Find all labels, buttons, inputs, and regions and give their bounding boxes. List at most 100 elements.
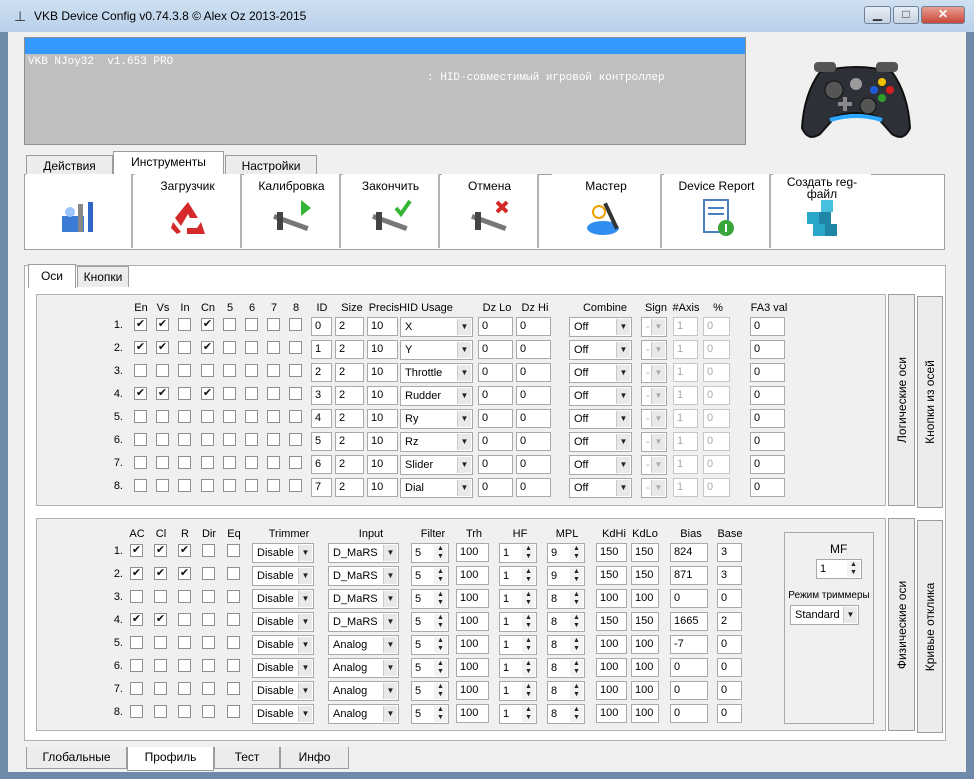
text-field[interactable]: 100 — [596, 704, 627, 723]
checkbox[interactable]: ✔ — [201, 341, 214, 354]
spin-down-icon[interactable]: ▼ — [434, 668, 447, 676]
checkbox[interactable] — [134, 364, 147, 377]
text-field[interactable]: -7 — [670, 635, 708, 654]
checkbox[interactable] — [178, 659, 191, 672]
input-select[interactable]: Analog ▼ — [328, 704, 399, 724]
checkbox[interactable]: ✔ — [154, 544, 167, 557]
spin-down-icon[interactable]: ▼ — [522, 553, 535, 561]
checkbox[interactable] — [201, 433, 214, 446]
text-field[interactable]: 100 — [596, 635, 627, 654]
text-field[interactable]: 5 — [311, 432, 332, 451]
checkbox[interactable] — [154, 590, 167, 603]
text-field[interactable]: 100 — [456, 658, 489, 677]
text-field[interactable]: 0 — [516, 432, 551, 451]
text-field[interactable]: 1 — [673, 363, 698, 382]
spin-up-icon[interactable]: ▲ — [434, 545, 447, 553]
spin-down-icon[interactable]: ▼ — [434, 622, 447, 630]
sign-select[interactable]: - ▼ — [641, 478, 667, 498]
text-field[interactable]: 0 — [703, 340, 730, 359]
text-field[interactable]: 150 — [596, 566, 627, 585]
sign-select[interactable]: - ▼ — [641, 363, 667, 383]
spin-up-icon[interactable]: ▲ — [570, 637, 583, 645]
text-field[interactable]: 0 — [670, 589, 708, 608]
checkbox[interactable] — [156, 410, 169, 423]
text-field[interactable]: 150 — [631, 566, 659, 585]
tab-global[interactable]: Глобальные — [26, 747, 127, 769]
text-field[interactable]: 0 — [478, 455, 513, 474]
hf-spinner[interactable]: 1 ▲ ▼ — [499, 543, 537, 563]
tab-settings[interactable]: Настройки — [225, 155, 317, 176]
toolbar-button-finish[interactable]: Закончить — [343, 174, 440, 248]
mpl-spinner[interactable]: 8 ▲ ▼ — [547, 589, 585, 609]
checkbox[interactable] — [202, 636, 215, 649]
text-field[interactable]: 1 — [673, 317, 698, 336]
checkbox[interactable] — [202, 544, 215, 557]
filter-spinner[interactable]: 5 ▲ ▼ — [411, 612, 449, 632]
checkbox[interactable] — [245, 433, 258, 446]
text-field[interactable]: 100 — [596, 589, 627, 608]
checkbox[interactable] — [223, 364, 236, 377]
checkbox[interactable] — [245, 410, 258, 423]
text-field[interactable]: 2 — [335, 386, 364, 405]
checkbox[interactable] — [289, 341, 302, 354]
text-field[interactable]: 10 — [367, 455, 398, 474]
toolbar-button-tools[interactable] — [26, 174, 133, 248]
input-select[interactable]: Analog ▼ — [328, 635, 399, 655]
spin-down-icon[interactable]: ▼ — [570, 553, 583, 561]
text-field[interactable]: 0 — [750, 409, 785, 428]
spin-up-icon[interactable]: ▲ — [847, 561, 860, 569]
checkbox[interactable] — [289, 479, 302, 492]
text-field[interactable]: 0 — [717, 704, 742, 723]
text-field[interactable]: 3 — [717, 566, 742, 585]
text-field[interactable]: 2 — [335, 478, 364, 497]
text-field[interactable]: 150 — [596, 543, 627, 562]
checkbox[interactable] — [202, 659, 215, 672]
checkbox[interactable] — [201, 364, 214, 377]
combine-select[interactable]: Off ▼ — [569, 340, 632, 360]
hf-spinner[interactable]: 1 ▲ ▼ — [499, 612, 537, 632]
text-field[interactable]: 100 — [596, 681, 627, 700]
trimmer-select[interactable]: Disable ▼ — [252, 566, 314, 586]
toolbar-button-calibrate[interactable]: Калибровка — [244, 174, 341, 248]
text-field[interactable]: 1 — [673, 386, 698, 405]
checkbox[interactable] — [130, 590, 143, 603]
checkbox[interactable] — [289, 364, 302, 377]
text-field[interactable]: 100 — [596, 658, 627, 677]
tab-profile[interactable]: Профиль — [127, 747, 214, 771]
text-field[interactable]: 1 — [673, 478, 698, 497]
checkbox[interactable] — [156, 456, 169, 469]
hf-spinner[interactable]: 1 ▲ ▼ — [499, 681, 537, 701]
text-field[interactable]: 0 — [478, 478, 513, 497]
text-field[interactable]: 0 — [703, 386, 730, 405]
mpl-spinner[interactable]: 9 ▲ ▼ — [547, 566, 585, 586]
text-field[interactable]: 0 — [750, 317, 785, 336]
filter-spinner[interactable]: 5 ▲ ▼ — [411, 566, 449, 586]
checkbox[interactable] — [289, 387, 302, 400]
text-field[interactable]: 100 — [456, 566, 489, 585]
checkbox[interactable] — [267, 456, 280, 469]
hid-usage-select[interactable]: Dial ▼ — [400, 478, 473, 498]
checkbox[interactable] — [134, 433, 147, 446]
hf-spinner[interactable]: 1 ▲ ▼ — [499, 566, 537, 586]
spin-up-icon[interactable]: ▲ — [522, 591, 535, 599]
text-field[interactable]: 0 — [703, 363, 730, 382]
checkbox[interactable] — [130, 636, 143, 649]
spin-up-icon[interactable]: ▲ — [434, 568, 447, 576]
checkbox[interactable] — [178, 410, 191, 423]
spin-up-icon[interactable]: ▲ — [434, 614, 447, 622]
spin-down-icon[interactable]: ▼ — [570, 691, 583, 699]
text-field[interactable]: 0 — [516, 478, 551, 497]
checkbox[interactable] — [223, 341, 236, 354]
spin-down-icon[interactable]: ▼ — [570, 576, 583, 584]
text-field[interactable]: 0 — [703, 432, 730, 451]
spin-down-icon[interactable]: ▼ — [522, 714, 535, 722]
spin-down-icon[interactable]: ▼ — [522, 622, 535, 630]
spin-down-icon[interactable]: ▼ — [847, 569, 860, 577]
sign-select[interactable]: - ▼ — [641, 340, 667, 360]
tab-actions[interactable]: Действия — [26, 155, 113, 176]
mf-spinner[interactable]: 1 ▲ ▼ — [816, 559, 862, 579]
input-select[interactable]: Analog ▼ — [328, 658, 399, 678]
text-field[interactable]: 150 — [631, 612, 659, 631]
text-field[interactable]: 10 — [367, 340, 398, 359]
hf-spinner[interactable]: 1 ▲ ▼ — [499, 658, 537, 678]
